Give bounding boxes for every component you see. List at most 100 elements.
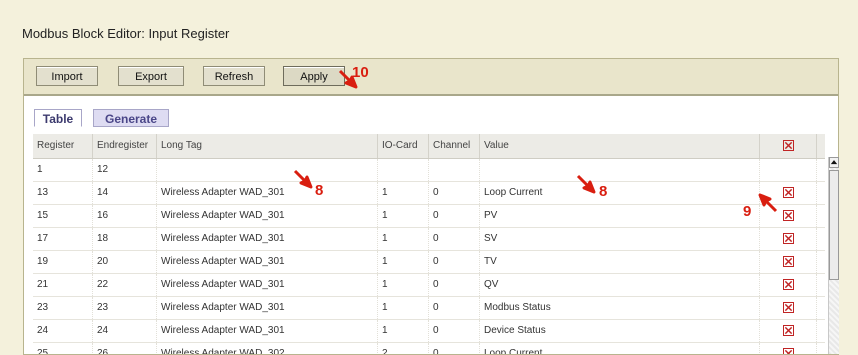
cell-value[interactable]: Loop Current — [480, 343, 760, 354]
column-header-endregister[interactable]: Endregister — [93, 134, 157, 158]
cell-io-card[interactable]: 1 — [378, 320, 429, 342]
delete-row-icon[interactable] — [783, 348, 794, 354]
cell-value[interactable]: Device Status — [480, 320, 760, 342]
cell-value[interactable]: Loop Current — [480, 182, 760, 204]
cell-endregister[interactable]: 24 — [93, 320, 157, 342]
table-row[interactable]: 25 26 Wireless Adapter WAD_302 2 0 Loop Curre… — [33, 343, 825, 354]
table-row[interactable]: 24 24 Wireless Adapter WAD_301 1 0 Device Sta… — [33, 320, 825, 343]
cell-delete — [760, 343, 817, 354]
cell-delete — [760, 251, 817, 273]
table-header: Register Endregister Long Tag IO-Card Ch… — [33, 134, 825, 159]
cell-delete — [760, 159, 817, 181]
cell-channel[interactable]: 0 — [429, 297, 480, 319]
cell-endregister[interactable]: 14 — [93, 182, 157, 204]
cell-long-tag[interactable]: Wireless Adapter WAD_301 — [157, 320, 378, 342]
column-header-channel[interactable]: Channel — [429, 134, 480, 158]
delete-row-icon[interactable] — [783, 210, 794, 221]
table-row[interactable]: 21 22 Wireless Adapter WAD_301 1 0 QV — [33, 274, 825, 297]
delete-row-icon[interactable] — [783, 302, 794, 313]
cell-delete — [760, 320, 817, 342]
column-header-value[interactable]: Value — [480, 134, 760, 158]
cell-io-card[interactable]: 2 — [378, 343, 429, 354]
register-table: Register Endregister Long Tag IO-Card Ch… — [33, 134, 825, 354]
delete-row-icon[interactable] — [783, 233, 794, 244]
cell-long-tag[interactable]: Wireless Adapter WAD_301 — [157, 251, 378, 273]
cell-io-card[interactable]: 1 — [378, 297, 429, 319]
cell-value[interactable]: QV — [480, 274, 760, 296]
annotation-arrow-icon — [576, 174, 596, 194]
cell-endregister[interactable]: 20 — [93, 251, 157, 273]
column-header-delete — [760, 134, 817, 158]
cell-endregister[interactable]: 16 — [93, 205, 157, 227]
delete-row-icon[interactable] — [783, 325, 794, 336]
cell-register[interactable]: 17 — [33, 228, 93, 250]
annotation-label: 8 — [315, 182, 324, 199]
vertical-scrollbar[interactable] — [828, 157, 839, 354]
cell-register[interactable]: 15 — [33, 205, 93, 227]
cell-long-tag[interactable]: Wireless Adapter WAD_301 — [157, 228, 378, 250]
cell-long-tag[interactable]: Wireless Adapter WAD_301 — [157, 274, 378, 296]
cell-value[interactable]: Modbus Status — [480, 297, 760, 319]
cell-register[interactable]: 23 — [33, 297, 93, 319]
cell-channel[interactable]: 0 — [429, 320, 480, 342]
table-row[interactable]: 15 16 Wireless Adapter WAD_301 1 0 PV — [33, 205, 825, 228]
delete-row-icon[interactable] — [783, 187, 794, 198]
delete-row-icon[interactable] — [783, 256, 794, 267]
table-row[interactable]: 1 12 — [33, 159, 825, 182]
cell-endregister[interactable]: 22 — [93, 274, 157, 296]
tab-generate[interactable]: Generate — [93, 109, 169, 127]
cell-register[interactable]: 24 — [33, 320, 93, 342]
cell-long-tag[interactable] — [157, 159, 378, 181]
cell-io-card[interactable]: 1 — [378, 251, 429, 273]
editor-panel: Import Export Refresh Apply Table Genera… — [23, 58, 839, 355]
cell-io-card[interactable]: 1 — [378, 182, 429, 204]
cell-channel[interactable]: 0 — [429, 251, 480, 273]
cell-delete — [760, 297, 817, 319]
column-header-long-tag[interactable]: Long Tag — [157, 134, 378, 158]
tab-table[interactable]: Table — [34, 109, 82, 127]
column-header-register[interactable]: Register — [33, 134, 93, 158]
cell-register[interactable]: 25 — [33, 343, 93, 354]
cell-value[interactable]: PV — [480, 205, 760, 227]
cell-register[interactable]: 19 — [33, 251, 93, 273]
annotation-arrow-icon — [293, 169, 313, 189]
cell-register[interactable]: 1 — [33, 159, 93, 181]
cell-endregister[interactable]: 12 — [93, 159, 157, 181]
export-button[interactable]: Export — [118, 66, 184, 86]
scroll-up-arrow-icon[interactable] — [829, 157, 839, 168]
cell-value[interactable]: TV — [480, 251, 760, 273]
table-row[interactable]: 17 18 Wireless Adapter WAD_301 1 0 SV — [33, 228, 825, 251]
cell-endregister[interactable]: 23 — [93, 297, 157, 319]
delete-row-icon[interactable] — [783, 279, 794, 290]
cell-value[interactable]: SV — [480, 228, 760, 250]
cell-register[interactable]: 13 — [33, 182, 93, 204]
cell-channel[interactable]: 0 — [429, 182, 480, 204]
annotation-label: 8 — [599, 183, 608, 200]
cell-io-card[interactable]: 1 — [378, 274, 429, 296]
table-row[interactable]: 19 20 Wireless Adapter WAD_301 1 0 TV — [33, 251, 825, 274]
cell-channel[interactable] — [429, 159, 480, 181]
cell-io-card[interactable]: 1 — [378, 228, 429, 250]
cell-io-card[interactable]: 1 — [378, 205, 429, 227]
cell-io-card[interactable] — [378, 159, 429, 181]
cell-channel[interactable]: 0 — [429, 343, 480, 354]
delete-all-icon[interactable] — [783, 140, 794, 151]
cell-long-tag[interactable]: Wireless Adapter WAD_301 — [157, 297, 378, 319]
cell-channel[interactable]: 0 — [429, 205, 480, 227]
cell-long-tag[interactable]: Wireless Adapter WAD_301 — [157, 205, 378, 227]
cell-register[interactable]: 21 — [33, 274, 93, 296]
cell-endregister[interactable]: 18 — [93, 228, 157, 250]
column-header-io-card[interactable]: IO-Card — [378, 134, 429, 158]
cell-channel[interactable]: 0 — [429, 274, 480, 296]
cell-endregister[interactable]: 26 — [93, 343, 157, 354]
cell-long-tag[interactable]: Wireless Adapter WAD_302 — [157, 343, 378, 354]
cell-value[interactable] — [480, 159, 760, 181]
scrollbar-thumb[interactable] — [829, 170, 839, 280]
cell-channel[interactable]: 0 — [429, 228, 480, 250]
table-row[interactable]: 13 14 Wireless Adapter WAD_301 1 0 Loop Curre… — [33, 182, 825, 205]
refresh-button[interactable]: Refresh — [203, 66, 265, 86]
table-row[interactable]: 23 23 Wireless Adapter WAD_301 1 0 Modbus Sta… — [33, 297, 825, 320]
cell-long-tag[interactable]: Wireless Adapter WAD_301 — [157, 182, 378, 204]
window-title: Modbus Block Editor: Input Register — [22, 26, 230, 41]
import-button[interactable]: Import — [36, 66, 98, 86]
